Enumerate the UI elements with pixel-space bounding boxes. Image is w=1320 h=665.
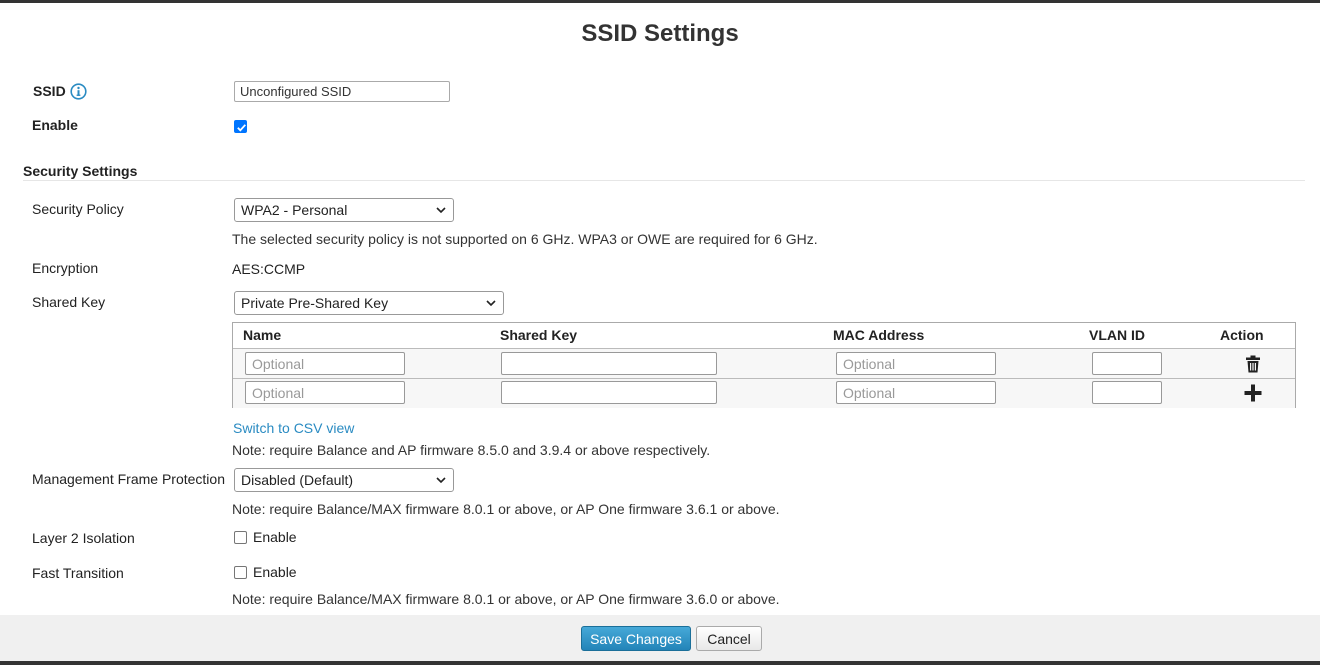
psk-name-input[interactable]	[245, 352, 405, 375]
ssid-label: SSID	[33, 83, 66, 99]
mfp-label: Management Frame Protection	[32, 471, 225, 487]
chevron-down-icon	[436, 477, 446, 484]
psk-name-input[interactable]	[245, 381, 405, 404]
mfp-note: Note: require Balance/MAX firmware 8.0.1…	[232, 501, 780, 517]
switch-to-csv-link[interactable]: Switch to CSV view	[233, 420, 354, 436]
fast-transition-note: Note: require Balance/MAX firmware 8.0.1…	[232, 591, 780, 607]
firmware-note: Note: require Balance and AP firmware 8.…	[232, 442, 711, 458]
fast-transition-label: Fast Transition	[32, 565, 124, 581]
psk-table-header: Name Shared Key MAC Address VLAN ID Acti…	[233, 323, 1295, 348]
psk-key-input[interactable]	[501, 352, 717, 375]
psk-key-input[interactable]	[501, 381, 717, 404]
column-name: Name	[243, 327, 282, 343]
shared-key-select[interactable]: Private Pre-Shared Key	[234, 291, 504, 315]
encryption-label: Encryption	[32, 260, 99, 276]
column-shared-key: Shared Key	[500, 327, 578, 343]
bottom-border	[0, 661, 1320, 665]
layer2-isolation-checkbox[interactable]	[234, 531, 247, 544]
table-row	[233, 349, 1295, 378]
table-row	[233, 379, 1295, 408]
checkmark-icon	[237, 124, 246, 132]
enable-checkbox[interactable]	[234, 120, 247, 133]
cancel-button[interactable]: Cancel	[696, 626, 762, 651]
fast-transition-checkbox[interactable]	[234, 566, 247, 579]
ssid-input[interactable]	[234, 81, 450, 102]
psk-mac-input[interactable]	[836, 381, 996, 404]
column-mac-address: MAC Address	[833, 327, 925, 343]
chevron-down-icon	[486, 300, 496, 307]
shared-key-value: Private Pre-Shared Key	[241, 295, 389, 311]
psk-table: Name Shared Key MAC Address VLAN ID Acti…	[232, 322, 1296, 408]
chevron-down-icon	[436, 207, 446, 214]
save-changes-button[interactable]: Save Changes	[581, 626, 691, 651]
section-divider	[23, 180, 1305, 181]
column-action: Action	[1220, 327, 1264, 343]
security-policy-value: WPA2 - Personal	[241, 202, 348, 218]
layer2-isolation-label: Layer 2 Isolation	[32, 530, 135, 546]
encryption-value: AES:CCMP	[232, 261, 306, 277]
mfp-value: Disabled (Default)	[241, 472, 354, 488]
security-settings-heading: Security Settings	[23, 163, 138, 179]
trash-icon[interactable]	[1245, 355, 1261, 373]
psk-vlan-input[interactable]	[1092, 381, 1162, 404]
enable-label: Enable	[32, 117, 78, 133]
psk-vlan-input[interactable]	[1092, 352, 1162, 375]
psk-mac-input[interactable]	[836, 352, 996, 375]
fast-transition-enable-label[interactable]: Enable	[253, 564, 297, 580]
shared-key-label: Shared Key	[32, 294, 106, 310]
security-policy-note: The selected security policy is not supp…	[232, 231, 818, 247]
top-border	[0, 0, 1320, 3]
column-vlan-id: VLAN ID	[1089, 327, 1145, 343]
plus-icon[interactable]	[1244, 384, 1262, 402]
security-policy-label: Security Policy	[32, 201, 124, 217]
mfp-select[interactable]: Disabled (Default)	[234, 468, 454, 492]
info-icon[interactable]	[70, 83, 87, 100]
layer2-enable-label[interactable]: Enable	[253, 529, 297, 545]
page-title: SSID Settings	[581, 20, 739, 47]
security-policy-select[interactable]: WPA2 - Personal	[234, 198, 454, 222]
